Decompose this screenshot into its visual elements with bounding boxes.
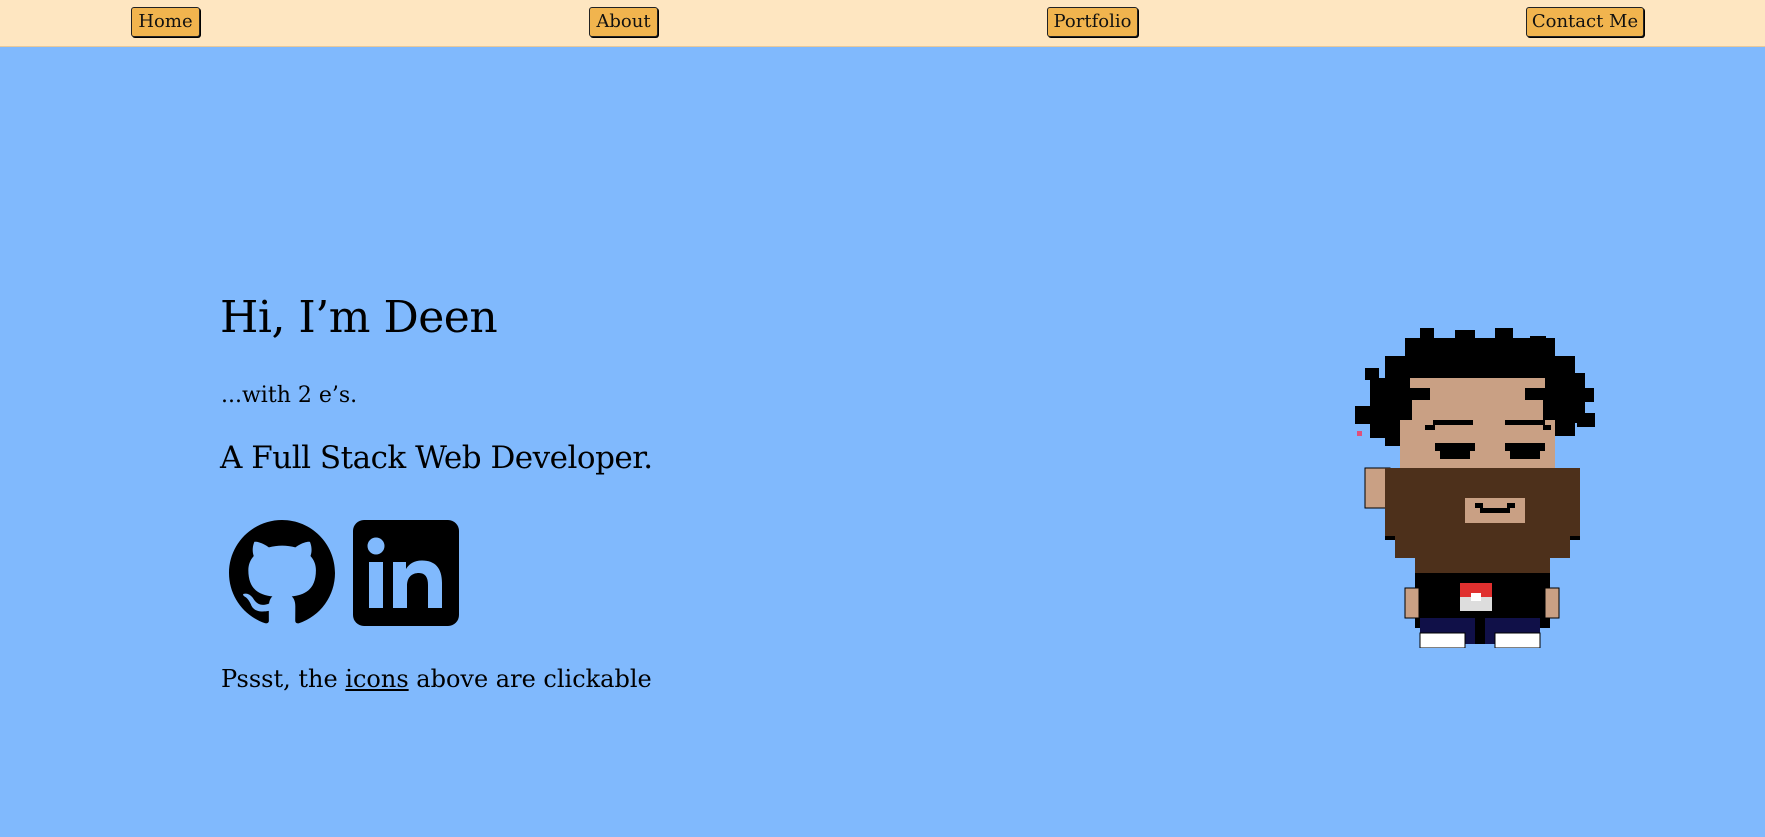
github-link[interactable] [229, 520, 335, 626]
hint-text: Pssst, the icons above are clickable [221, 665, 652, 693]
nav-contact-button[interactable]: Contact Me [1526, 7, 1644, 37]
hero-subtitle: ...with 2 e’s. [221, 383, 358, 408]
avatar-right-shoe [1494, 632, 1541, 648]
pixel-art-avatar [1355, 328, 1595, 648]
hint-icons-link[interactable]: icons [345, 665, 408, 693]
avatar-beard [1385, 468, 1580, 590]
hero-title: Hi, I’m Deen [220, 292, 498, 343]
hint-suffix: above are clickable [408, 665, 652, 693]
github-icon [229, 520, 335, 624]
linkedin-link[interactable] [353, 520, 459, 626]
nav-portfolio-button[interactable]: Portfolio [1047, 7, 1138, 37]
linkedin-icon [353, 520, 459, 626]
nav-about-button[interactable]: About [589, 7, 658, 37]
hint-prefix: Pssst, the [221, 665, 346, 693]
avatar-shirt-logo [1460, 583, 1492, 611]
top-nav-bar: Home About Portfolio Contact Me [0, 0, 1765, 47]
nav-home-button[interactable]: Home [131, 7, 200, 37]
hero-role: A Full Stack Web Developer. [220, 440, 653, 476]
avatar-left-shoe [1419, 632, 1466, 648]
